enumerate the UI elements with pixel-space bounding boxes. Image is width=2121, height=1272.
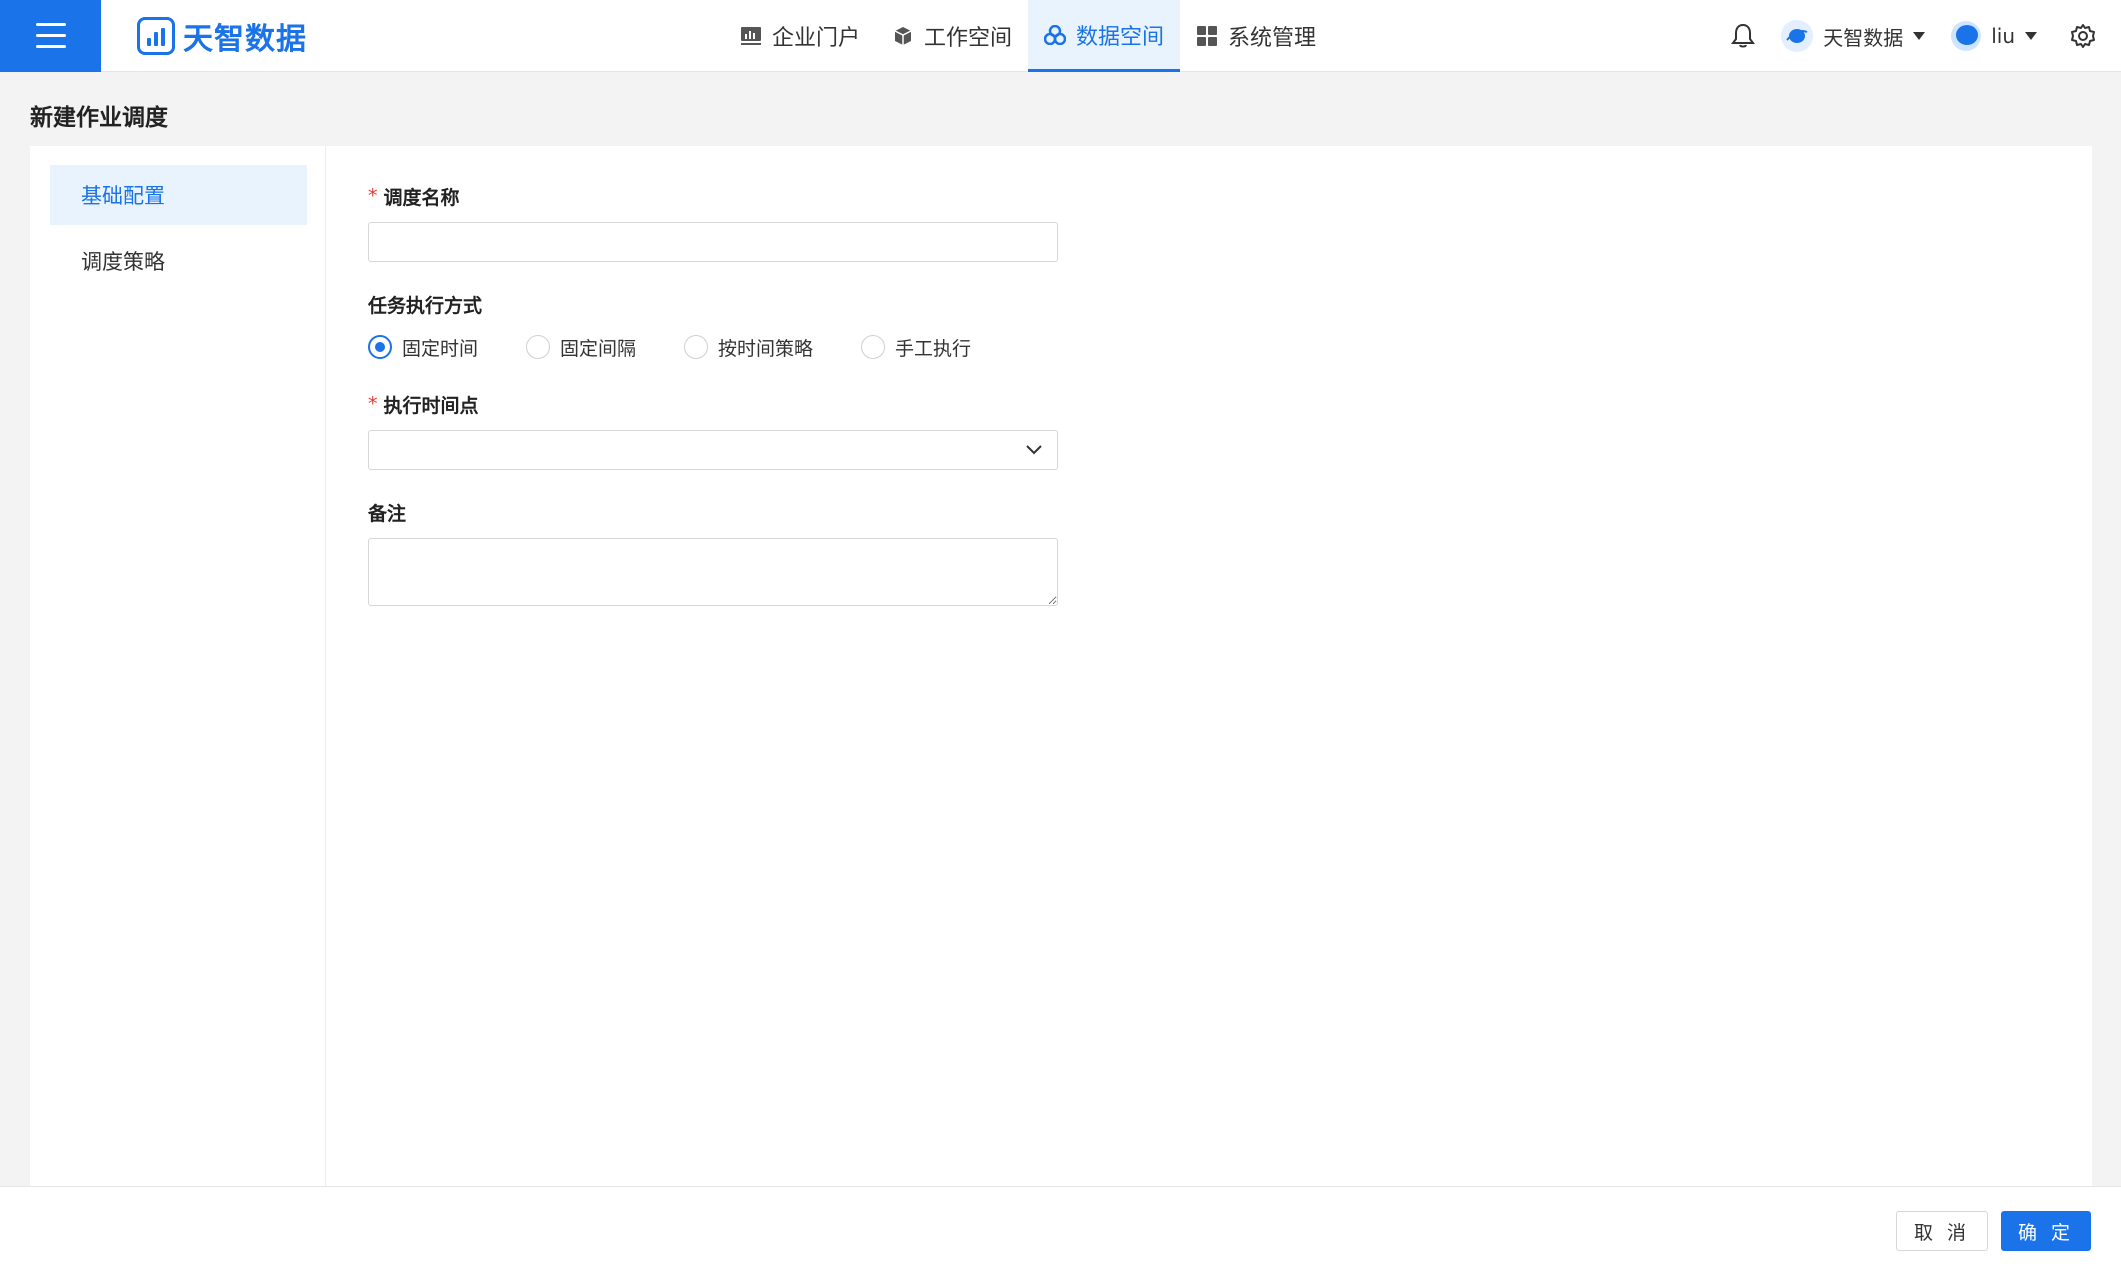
chevron-down-icon <box>1025 444 1043 456</box>
sidebar-item-schedule-strategy[interactable]: 调度策略 <box>50 231 307 291</box>
nav-item-label: 系统管理 <box>1228 26 1317 51</box>
exec-time-label: * 执行时间点 <box>368 392 1058 417</box>
footer-bar: 取 消 确 定 <box>0 1186 2121 1272</box>
logo-icon <box>137 16 175 55</box>
radio-fixed-time[interactable]: 固定时间 <box>368 334 478 361</box>
hamburger-line <box>35 45 66 48</box>
radio-label: 手工执行 <box>895 337 972 360</box>
org-icon <box>1781 20 1814 52</box>
cancel-button[interactable]: 取 消 <box>1896 1211 1988 1251</box>
remark-textarea[interactable] <box>368 538 1058 606</box>
menu-toggle-button[interactable] <box>0 0 101 72</box>
avatar <box>1951 21 1982 51</box>
radio-button <box>684 335 709 359</box>
top-right-area: 天智数据 liu <box>1729 0 2121 72</box>
radio-button <box>861 335 886 359</box>
exec-time-select[interactable] <box>368 430 1058 470</box>
chart-icon <box>740 25 762 47</box>
user-menu[interactable]: liu <box>1951 21 2037 51</box>
radio-time-strategy[interactable]: 按时间策略 <box>684 334 813 361</box>
chevron-down-icon <box>2025 32 2037 40</box>
radio-label: 固定时间 <box>402 337 479 360</box>
chevron-down-icon <box>1913 32 1926 40</box>
sidebar-item-basic-config[interactable]: 基础配置 <box>50 165 307 225</box>
hamburger-line <box>35 34 66 37</box>
radio-label: 固定间隔 <box>560 337 637 360</box>
bell-icon[interactable] <box>1729 22 1757 50</box>
org-name: 天智数据 <box>1823 25 1904 50</box>
exec-mode-group: 任务执行方式 固定时间 固定间隔 按时间策略 手工执行 <box>368 292 1058 362</box>
required-mark: * <box>368 185 378 207</box>
exec-time-label-text: 执行时间点 <box>383 394 479 417</box>
logo-text: 天智数据 <box>183 21 307 57</box>
nav-item-system-management[interactable]: 系统管理 <box>1180 0 1332 72</box>
app-root: 天智数据 企业门户 工作空间 数据空间 系统管理 天智数据 liu 新建作业调度… <box>0 0 2121 1272</box>
section-sidebar: 基础配置 调度策略 <box>30 146 326 1186</box>
cluster-icon <box>1044 24 1067 46</box>
schedule-name-label: * 调度名称 <box>368 184 1058 209</box>
nav-item-label: 数据空间 <box>1076 24 1165 50</box>
grid-icon <box>1196 25 1218 47</box>
radio-button-checked <box>368 335 392 359</box>
remark-label: 备注 <box>368 502 407 525</box>
remark-group: 备注 <box>368 500 1058 606</box>
confirm-button[interactable]: 确 定 <box>2001 1211 2091 1251</box>
user-name: liu <box>1991 24 2015 48</box>
cube-icon <box>892 25 914 47</box>
exec-time-group: * 执行时间点 <box>368 392 1058 470</box>
org-switcher[interactable]: 天智数据 <box>1781 20 1926 52</box>
exec-mode-label: 任务执行方式 <box>368 294 483 317</box>
radio-label: 按时间策略 <box>718 337 814 360</box>
nav-item-workspace[interactable]: 工作空间 <box>876 0 1028 72</box>
schedule-name-input[interactable] <box>368 222 1058 262</box>
nav-item-label: 工作空间 <box>924 26 1013 51</box>
nav-item-data-space[interactable]: 数据空间 <box>1028 0 1181 72</box>
exec-mode-radio-group: 固定时间 固定间隔 按时间策略 手工执行 <box>368 332 1058 362</box>
main-nav: 企业门户 工作空间 数据空间 系统管理 <box>724 0 1332 72</box>
nav-item-label: 企业门户 <box>772 26 861 51</box>
gear-icon[interactable] <box>2069 22 2097 50</box>
page-title: 新建作业调度 <box>30 105 168 131</box>
schedule-name-label-text: 调度名称 <box>383 186 460 209</box>
logo[interactable]: 天智数据 <box>137 14 307 58</box>
top-bar: 天智数据 企业门户 工作空间 数据空间 系统管理 天智数据 liu <box>0 0 2121 72</box>
nav-item-enterprise-portal[interactable]: 企业门户 <box>724 0 876 72</box>
hamburger-line <box>35 23 66 26</box>
required-mark: * <box>368 393 378 415</box>
radio-fixed-interval[interactable]: 固定间隔 <box>526 334 636 361</box>
radio-manual[interactable]: 手工执行 <box>861 334 971 361</box>
form-card: 基础配置 调度策略 * 调度名称 任务执行方式 固定时间 固定间隔 按时间策略 … <box>30 146 2092 1186</box>
radio-button <box>526 335 551 359</box>
basic-config-form: * 调度名称 任务执行方式 固定时间 固定间隔 按时间策略 手工执行 * 执行时… <box>326 146 1058 1186</box>
schedule-name-group: * 调度名称 <box>368 184 1058 262</box>
